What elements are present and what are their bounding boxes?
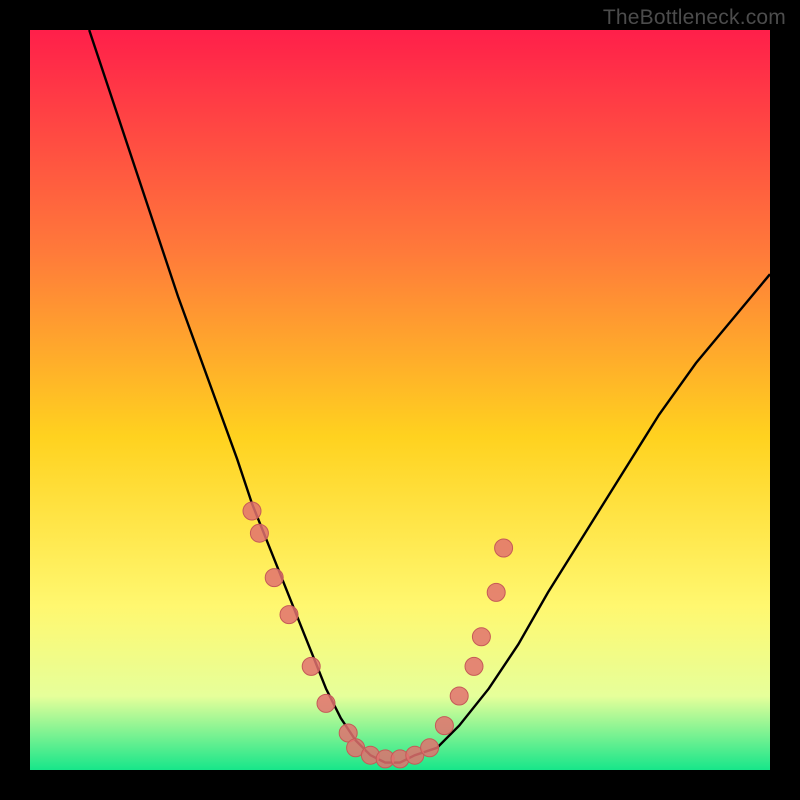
data-point — [487, 583, 505, 601]
data-point — [472, 628, 490, 646]
plot-area — [30, 30, 770, 770]
curve-layer — [30, 30, 770, 770]
data-point — [302, 657, 320, 675]
data-point — [435, 717, 453, 735]
watermark-text: TheBottleneck.com — [603, 6, 786, 30]
data-point — [280, 606, 298, 624]
data-point — [265, 569, 283, 587]
bottleneck-curve — [89, 30, 770, 763]
data-point — [450, 687, 468, 705]
data-point — [250, 524, 268, 542]
data-point — [243, 502, 261, 520]
data-point — [495, 539, 513, 557]
data-point — [317, 694, 335, 712]
data-point — [421, 739, 439, 757]
data-point — [465, 657, 483, 675]
chart-frame: TheBottleneck.com — [0, 0, 800, 800]
